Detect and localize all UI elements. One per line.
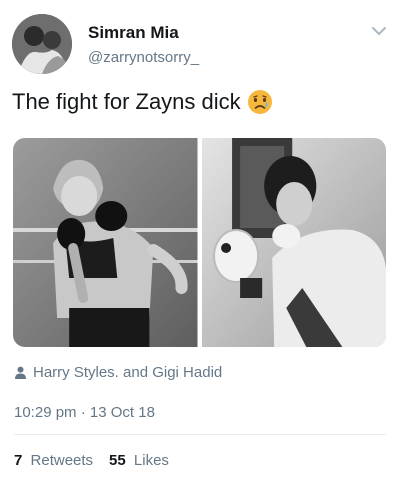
user-name[interactable]: Simran Mia xyxy=(88,23,179,43)
divider xyxy=(14,434,386,435)
retweets-stat[interactable]: 7 Retweets xyxy=(14,452,93,469)
tweet-card: Simran Mia @zarrynotsorry_ The fight for… xyxy=(0,0,400,485)
retweets-count: 7 xyxy=(14,452,23,469)
user-handle[interactable]: @zarrynotsorry_ xyxy=(88,49,199,66)
likes-stat[interactable]: 55 Likes xyxy=(109,452,169,469)
avatar-photo xyxy=(12,14,72,74)
tweet-text-row: The fight for Zayns dick xyxy=(12,89,273,115)
tagged-people-row[interactable]: Harry Styles. and Gigi Hadid xyxy=(14,364,222,381)
photo-boxing-woman[interactable] xyxy=(13,138,198,347)
sad-tear-face-emoji-icon xyxy=(247,90,272,114)
tweet-text: The fight for Zayns dick xyxy=(12,89,241,114)
photo-boxing-man-image xyxy=(201,138,386,347)
avatar[interactable] xyxy=(12,14,72,74)
person-icon xyxy=(15,366,26,379)
media-grid[interactable] xyxy=(13,138,386,347)
likes-label: Likes xyxy=(133,452,169,469)
tweet-timestamp: 10:29 pm · 13 Oct 18 xyxy=(14,404,155,421)
likes-count: 55 xyxy=(109,452,126,469)
chevron-down-icon[interactable] xyxy=(372,26,386,36)
tagged-people[interactable]: Harry Styles. and Gigi Hadid xyxy=(33,364,222,381)
engagement-stats: 7 Retweets 55 Likes xyxy=(14,452,169,469)
photo-boxing-man[interactable] xyxy=(201,138,386,347)
retweets-label: Retweets xyxy=(30,452,94,469)
photo-boxing-woman-image xyxy=(13,138,198,347)
